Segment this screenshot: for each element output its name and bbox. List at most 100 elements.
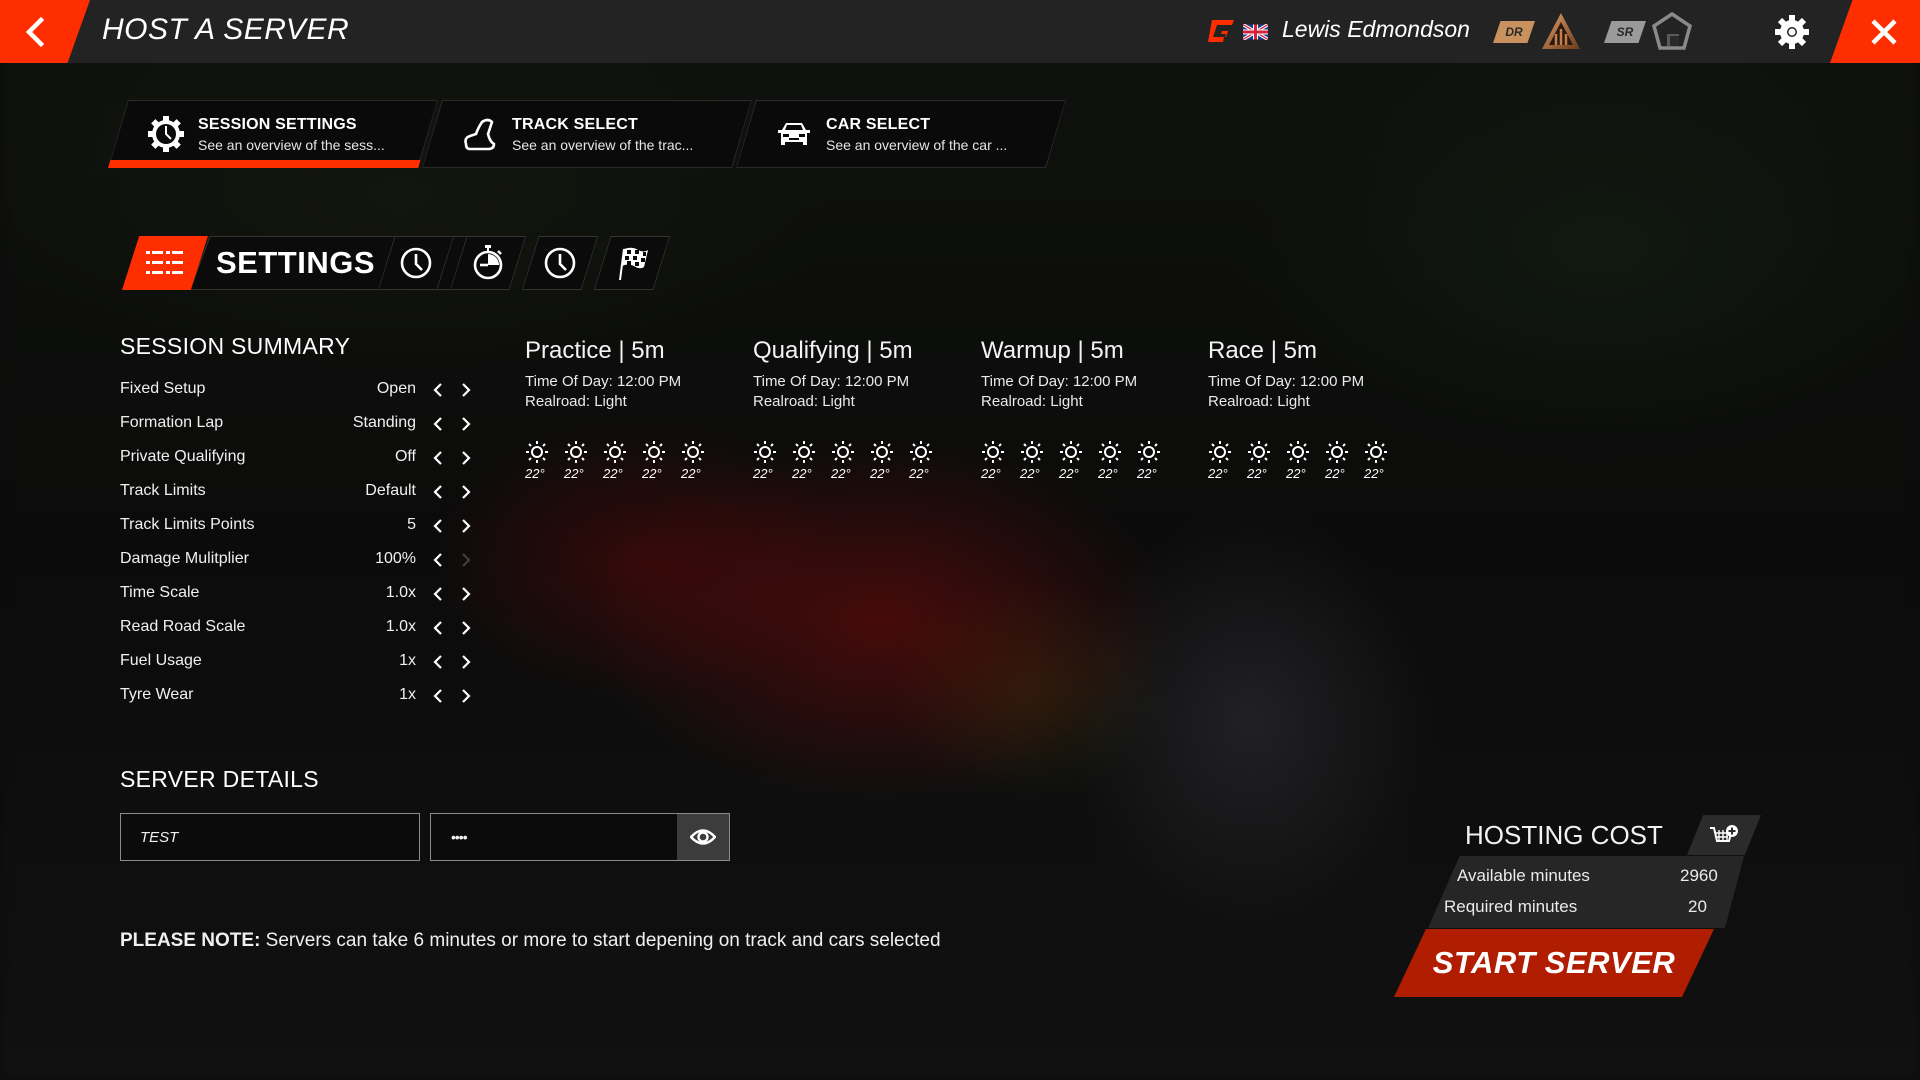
session-column: Practice | 5m Time Of Day: 12:00 PM Realro… (525, 337, 745, 481)
sun-icon (870, 440, 894, 464)
previous-option-button[interactable] (427, 514, 449, 538)
weather-slot: 22° (831, 440, 870, 481)
previous-option-button[interactable] (427, 412, 449, 436)
section-tab-race[interactable] (594, 236, 670, 290)
weather-temperature: 22° (1286, 466, 1306, 481)
next-option-button[interactable] (455, 514, 477, 538)
next-option-button[interactable] (455, 480, 477, 504)
chevron-right-icon (461, 416, 471, 432)
session-realroad: Realroad: Light (1208, 393, 1310, 410)
next-option-button[interactable] (455, 684, 477, 708)
tab-title: CAR SELECT (826, 116, 931, 133)
next-option-button[interactable] (455, 650, 477, 674)
section-tab-warmup[interactable] (522, 236, 598, 290)
sun-icon (909, 440, 933, 464)
next-option-button[interactable] (455, 616, 477, 640)
weather-temperature: 22° (1247, 466, 1267, 481)
start-server-button[interactable]: START SERVER (1394, 929, 1714, 997)
weather-temperature: 22° (642, 466, 662, 481)
weather-forecast: 22° 22° 22° 22° 22° (981, 440, 1176, 481)
sun-icon (525, 440, 549, 464)
weather-slot: 22° (1286, 440, 1325, 481)
setting-label: Damage Mulitplier (120, 550, 249, 567)
show-password-button[interactable] (677, 814, 729, 860)
session-name: Race | 5m (1208, 337, 1317, 364)
previous-option-button[interactable] (427, 548, 449, 572)
previous-option-button[interactable] (427, 378, 449, 402)
setting-row: Track Limits Points 5 (120, 512, 475, 542)
buy-minutes-button[interactable] (1687, 815, 1761, 855)
sun-icon (981, 440, 1005, 464)
sun-icon (1208, 440, 1232, 464)
session-time-of-day: Time Of Day: 12:00 PM (525, 373, 682, 390)
tab-subtitle: See an overview of the car ... (826, 137, 1008, 153)
required-minutes-value: 20 (1688, 897, 1707, 916)
weather-temperature: 22° (981, 466, 1001, 481)
setting-label: Fixed Setup (120, 380, 206, 397)
weather-forecast: 22° 22° 22° 22° 22° (1208, 440, 1403, 481)
available-minutes-label: Available minutes (1457, 866, 1590, 885)
previous-option-button[interactable] (427, 650, 449, 674)
server-password-input[interactable] (431, 814, 677, 860)
bronze-triangle-rank-icon (1542, 13, 1580, 49)
weather-slot: 22° (1208, 440, 1247, 481)
sun-icon (1364, 440, 1388, 464)
next-option-button[interactable] (455, 378, 477, 402)
sun-icon (1247, 440, 1271, 464)
next-option-button[interactable] (455, 582, 477, 606)
session-time-of-day: Time Of Day: 12:00 PM (753, 373, 910, 390)
next-option-button (455, 548, 477, 572)
setting-label: Read Road Scale (120, 618, 246, 635)
tab-title: SESSION SETTINGS (198, 116, 357, 133)
password-field (430, 813, 730, 861)
previous-option-button[interactable] (427, 684, 449, 708)
sun-icon (1325, 440, 1349, 464)
weather-slot: 22° (981, 440, 1020, 481)
list-icon (146, 251, 183, 274)
setting-row: Track Limits Default (120, 478, 475, 508)
sun-icon (1098, 440, 1122, 464)
next-option-button[interactable] (455, 412, 477, 436)
close-button[interactable] (1830, 0, 1920, 63)
weather-slot: 22° (753, 440, 792, 481)
weather-slot: 22° (1020, 440, 1059, 481)
server-name-input[interactable] (120, 813, 420, 861)
session-column: Qualifying | 5m Time Of Day: 12:00 PM Real… (753, 337, 973, 481)
tab-track-select[interactable]: TRACK SELECT See an overview of the trac… (422, 100, 752, 168)
previous-option-button[interactable] (427, 582, 449, 606)
previous-option-button[interactable] (427, 616, 449, 640)
tab-subtitle: See an overview of the trac... (512, 137, 694, 153)
track-outline-icon (464, 118, 496, 151)
settings-button[interactable] (1773, 13, 1811, 51)
back-button[interactable] (0, 0, 90, 63)
sun-icon (831, 440, 855, 464)
sun-icon (792, 440, 816, 464)
weather-temperature: 22° (525, 466, 545, 481)
session-realroad: Realroad: Light (981, 393, 1083, 410)
sun-icon (753, 440, 777, 464)
setting-label: Tyre Wear (120, 686, 194, 703)
weather-temperature: 22° (1364, 466, 1384, 481)
gear-icon (1775, 15, 1809, 49)
setting-value: 5 (407, 516, 416, 533)
tab-session-settings[interactable]: SESSION SETTINGS See an overview of the … (108, 100, 438, 168)
setting-row: Private Qualifying Off (120, 444, 475, 474)
weather-temperature: 22° (564, 466, 584, 481)
previous-option-button[interactable] (427, 446, 449, 470)
weather-temperature: 22° (1020, 466, 1040, 481)
weather-slot: 22° (1137, 440, 1176, 481)
previous-option-button[interactable] (427, 480, 449, 504)
note-text: Servers can take 6 minutes or more to st… (260, 930, 941, 951)
section-title: SETTINGS (216, 245, 376, 280)
weather-forecast: 22° 22° 22° 22° 22° (525, 440, 720, 481)
tab-car-select[interactable]: CAR SELECT See an overview of the car ..… (736, 100, 1066, 168)
next-option-button[interactable] (455, 446, 477, 470)
weather-temperature: 22° (909, 466, 929, 481)
chevron-left-icon (433, 416, 443, 432)
sun-icon (1020, 440, 1044, 464)
setting-label: Formation Lap (120, 414, 224, 431)
chevron-left-icon (433, 654, 443, 670)
chevron-right-icon (461, 620, 471, 636)
setting-row: Time Scale 1.0x (120, 580, 475, 610)
chevron-left-icon (433, 382, 443, 398)
